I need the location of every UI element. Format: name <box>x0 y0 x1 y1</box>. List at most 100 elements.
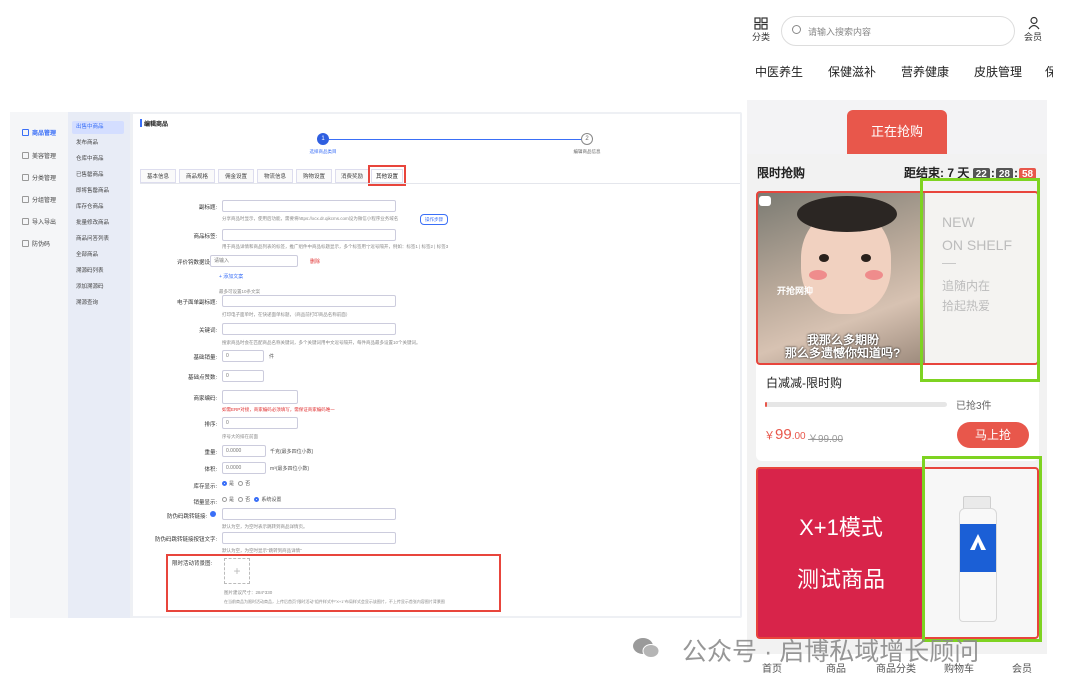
upload-image-button[interactable]: + <box>224 558 250 584</box>
anti-link-input[interactable] <box>222 508 396 520</box>
sidebar-item-category-mgmt[interactable]: 分类管理 <box>10 169 68 185</box>
sales-yes-radio[interactable] <box>222 497 227 503</box>
volume-input[interactable]: 0.0000 <box>222 462 266 474</box>
sales-no-radio[interactable] <box>238 497 244 503</box>
efi-input[interactable] <box>222 295 396 307</box>
product-1-green-highlight <box>920 178 1040 382</box>
base-likes-input[interactable]: 0 <box>222 370 264 382</box>
anti-link-label: 防伪码跳转链接: <box>166 514 207 520</box>
category-label[interactable]: 分类 <box>752 30 770 43</box>
keyword-label: 关键词: <box>198 328 217 334</box>
product-1-name: 白减减-限时购 <box>766 376 842 390</box>
base-sales-unit: 件 <box>269 354 275 360</box>
step-2-circle: 2 <box>581 133 593 145</box>
subnav-nearly-sold-out[interactable]: 即将售罄商品 <box>72 185 124 198</box>
product-1-progress-fill <box>765 402 767 407</box>
flash-sale-title: 限时抢购 <box>757 166 806 180</box>
sort-hint: 序号大的排在前面 <box>222 434 258 439</box>
wechat-icon <box>632 637 660 659</box>
anti-btn-label: 防伪码跳转链接按钮文字: <box>154 537 217 543</box>
category-tab-tonic[interactable]: 保健滋补 <box>828 63 876 80</box>
sidebar-item-import-export[interactable]: 导入导出 <box>10 213 68 229</box>
product-1-price: ￥99.00 <box>764 426 806 443</box>
subnav-warehouse[interactable]: 仓库中商品 <box>72 153 124 166</box>
stock-yes-radio[interactable] <box>222 481 227 487</box>
subnav-stock[interactable]: 库存仓商品 <box>72 201 124 214</box>
watermark-text: 公众号 · 启博私域增长顾问 <box>682 638 980 666</box>
tab-commission[interactable]: 佣金设置 <box>218 169 254 183</box>
subnav-trace-query[interactable]: 溯源查询 <box>72 297 124 310</box>
category-tab-tcm[interactable]: 中医养生 <box>755 63 803 80</box>
subnav-batch-edit[interactable]: 批量修改商品 <box>72 217 124 230</box>
review-input[interactable]: 请输入 <box>210 255 298 267</box>
sales-system-radio[interactable] <box>254 497 260 503</box>
tag-hint: 用于商品详情和商品列表的标签，推广组件中商品标题显示，多个标签用"|"逗号隔开，… <box>222 244 449 249</box>
member-label[interactable]: 会员 <box>1024 30 1042 43</box>
subnav-sold-out[interactable]: 已售罄商品 <box>72 169 124 182</box>
sidebar-item-anti-fake[interactable]: 防伪码 <box>10 235 68 251</box>
tab-basic[interactable]: 基本信息 <box>140 169 176 183</box>
search-placeholder: 请输入搜索内容 <box>808 27 872 37</box>
sort-label: 排序: <box>204 422 217 428</box>
search-icon <box>792 25 801 34</box>
sales-show-options[interactable]: 是 否 系统设置 <box>222 496 281 503</box>
weight-unit: 千克(最多四位小数) <box>270 449 314 455</box>
review-delete-link[interactable]: 删除 <box>310 258 320 265</box>
weight-input[interactable]: 0.0000 <box>222 445 266 457</box>
tab-divider <box>140 183 740 184</box>
subnav-trace-list[interactable]: 溯源码列表 <box>72 265 124 278</box>
info-icon[interactable] <box>210 511 216 517</box>
add-copy-link[interactable]: + 添加文案 <box>219 273 243 280</box>
category-tab-nutrition[interactable]: 营养健康 <box>901 63 949 80</box>
base-sales-label: 基础销量: <box>193 355 217 361</box>
operation-steps-button[interactable]: 操作步骤 <box>420 214 448 225</box>
subnav-qa[interactable]: 商品问答列表 <box>72 233 124 246</box>
flash-sale-tab[interactable]: 正在抢购 <box>847 110 947 154</box>
category-grid-icon[interactable] <box>754 17 768 30</box>
tab-logistics[interactable]: 物流信息 <box>257 169 293 183</box>
tab-purchase[interactable]: 购物设置 <box>296 169 332 183</box>
subnav-publish[interactable]: 发布商品 <box>72 137 124 150</box>
product-1-original-price: ￥99.00 <box>808 434 844 445</box>
member-icon[interactable] <box>1027 16 1041 30</box>
promo-hint: 在当前商品为限时活动商品，上传后首页"限时活动"组件样式中"X+1"布局样式会显… <box>224 599 445 604</box>
step-line <box>329 139 581 140</box>
transfer-icon <box>22 217 29 225</box>
merchant-code-hint: 如需ERP对接，商家编码必须填写，需保证商家编码唯一 <box>222 407 335 412</box>
subtitle-label: 副标题: <box>198 205 217 211</box>
anti-btn-input[interactable] <box>222 532 396 544</box>
subnav-on-sale[interactable]: 出售中商品 <box>72 121 124 134</box>
subnav-trace-add[interactable]: 添加溯源码 <box>72 281 124 294</box>
shield-icon <box>22 239 29 247</box>
category-tab-more[interactable]: 保 <box>1045 63 1053 80</box>
stock-show-options[interactable]: 是 否 <box>222 480 250 487</box>
sidebar-item-group-mgmt[interactable]: 分组管理 <box>10 191 68 207</box>
subnav-all[interactable]: 全部商品 <box>72 249 124 262</box>
tab-rewards[interactable]: 消费奖励 <box>335 169 369 183</box>
sidebar-item-product-mgmt[interactable]: 商品管理 <box>10 124 68 140</box>
base-sales-input[interactable]: 0 <box>222 350 264 362</box>
folder-icon <box>22 195 29 203</box>
buy-now-button[interactable]: 马上抢 <box>957 422 1029 448</box>
category-tab-skin[interactable]: 皮肤管理 <box>974 63 1022 80</box>
keyword-input[interactable] <box>222 323 396 335</box>
base-likes-label: 基础点赞数: <box>187 375 217 381</box>
weight-label: 重量: <box>204 450 217 456</box>
tag-label: 商品标签: <box>193 234 217 240</box>
tab-spec[interactable]: 商品规格 <box>179 169 215 183</box>
product-1-sold: 已抢3件 <box>956 401 992 412</box>
efi-label: 电子面单副标题: <box>176 300 217 306</box>
tag-input[interactable] <box>222 229 396 241</box>
review-label: 评价钩数据设置: <box>176 260 217 266</box>
step-2-label: 编辑商品信息 <box>573 149 601 154</box>
nav-member[interactable]: 会员 <box>1012 660 1032 675</box>
subtitle-input[interactable] <box>222 200 396 212</box>
stock-no-radio[interactable] <box>238 481 244 487</box>
sort-input[interactable]: 0 <box>222 417 298 429</box>
anti-link-hint: 默认为空，为空时表示跳转到商品详情页。 <box>222 524 308 529</box>
efi-hint: 打印电子面单时，在快递面单标题，（商品前打印商品名称前面） <box>222 312 351 317</box>
merchant-code-input[interactable] <box>222 390 298 404</box>
search-input[interactable]: 请输入搜索内容 <box>781 16 1015 46</box>
grid-icon <box>22 173 29 181</box>
sidebar-item-beauty-mgmt[interactable]: 美容管理 <box>10 147 68 163</box>
